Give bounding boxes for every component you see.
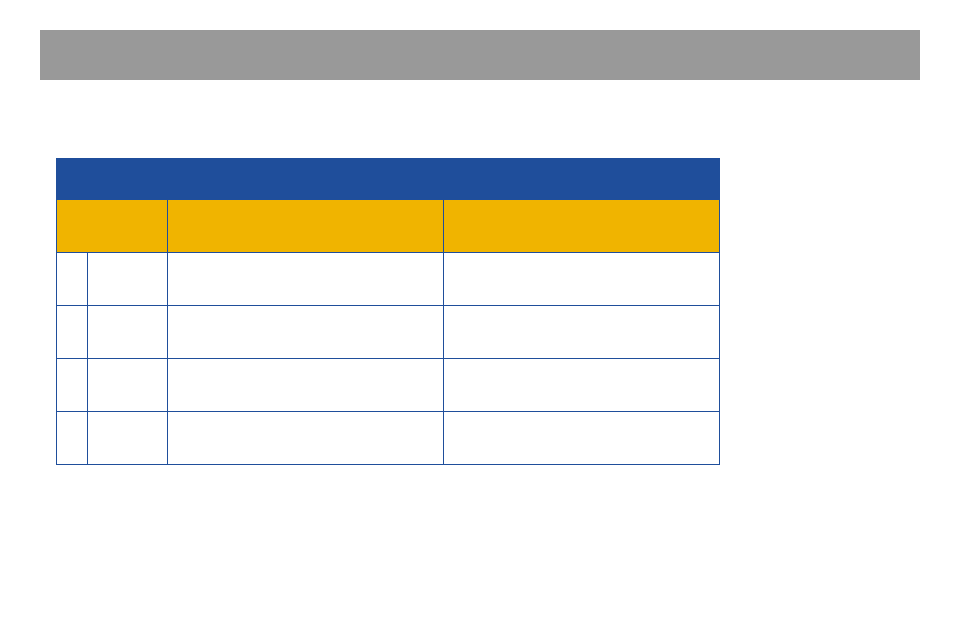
table-cell — [88, 359, 167, 412]
table-cell — [57, 253, 88, 306]
table-header-col2 — [167, 200, 443, 253]
table-row — [57, 306, 720, 359]
page — [0, 0, 954, 618]
table-cell — [57, 306, 88, 359]
table-cell — [443, 253, 719, 306]
table-cell — [167, 306, 443, 359]
table-cell — [88, 412, 167, 465]
data-table — [56, 158, 720, 465]
table-cell — [167, 359, 443, 412]
table-cell — [57, 412, 88, 465]
table-header-col3 — [443, 200, 719, 253]
table-cell — [57, 359, 88, 412]
table-cell — [88, 306, 167, 359]
table-row — [57, 253, 720, 306]
table-cell — [443, 359, 719, 412]
table-header-col1 — [57, 200, 168, 253]
table-cell — [88, 253, 167, 306]
header-banner — [40, 30, 920, 80]
table-title-cell — [57, 159, 720, 200]
table-cell — [443, 412, 719, 465]
table-row — [57, 359, 720, 412]
table-cell — [167, 253, 443, 306]
table-title-row — [57, 159, 720, 200]
table-cell — [167, 412, 443, 465]
table-cell — [443, 306, 719, 359]
table-header-row — [57, 200, 720, 253]
data-table-container — [56, 158, 720, 465]
table-row — [57, 412, 720, 465]
